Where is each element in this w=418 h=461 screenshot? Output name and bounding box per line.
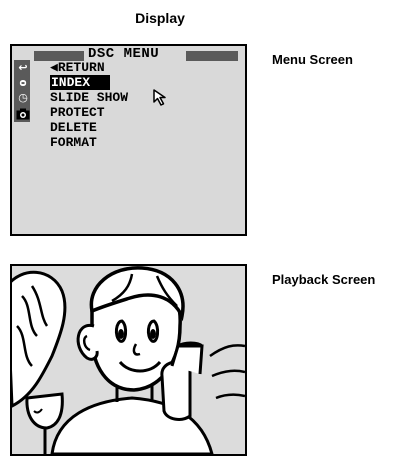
menu-item-slide-show[interactable]: SLIDE SHOW [50, 90, 128, 105]
photo-camera-icon [16, 108, 30, 122]
menu-item-delete[interactable]: DELETE [50, 120, 128, 135]
playback-screen-label: Playback Screen [272, 272, 376, 287]
playback-screen [10, 264, 247, 456]
menu-item-format[interactable]: FORMAT [50, 135, 128, 150]
return-icon: ↩ [18, 61, 28, 74]
pointer-cursor-icon [153, 89, 166, 106]
clock-icon: ◷ [18, 91, 28, 104]
playback-photo-illustration [12, 266, 245, 454]
dsc-menu-list: ◀RETURN INDEX SLIDE SHOW PROTECT DELETE … [50, 60, 128, 150]
menu-item-return[interactable]: ◀RETURN [50, 60, 128, 75]
display-heading: Display [135, 10, 185, 26]
menu-screen-label: Menu Screen [272, 52, 353, 67]
menu-item-index[interactable]: INDEX [50, 75, 128, 90]
menu-item-protect[interactable]: PROTECT [50, 105, 128, 120]
menu-title-bar-right [186, 51, 238, 61]
menu-screen: DSC MENU ↩ ᴑ ◷ ◀RETURN INDEX SLIDE SHOW … [10, 44, 247, 236]
camera-mode-icon: ᴑ [19, 76, 27, 89]
